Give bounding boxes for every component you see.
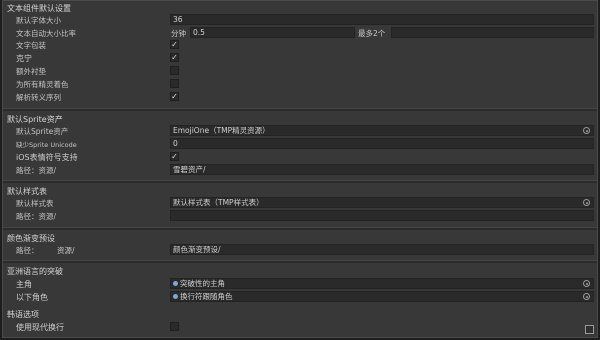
object-picker-icon[interactable] (583, 280, 590, 287)
section-divider (3, 108, 597, 111)
style-path-label: 路径：资源/ (16, 212, 57, 221)
missing-unicode-label: 缺少Sprite Unicode (16, 141, 77, 149)
font-size-input[interactable]: 36 (170, 14, 594, 25)
following-characters-value: 换行符跟随角色 (180, 292, 233, 301)
row-default-font-size: 默认字体大小 36 (3, 14, 597, 26)
kerning-label: 克宁 (16, 54, 32, 63)
section-divider (3, 180, 597, 183)
row-style-path: 路径：资源/ (3, 210, 597, 222)
word-wrap-label: 文字包装 (16, 41, 46, 50)
text-asset-icon (173, 281, 178, 286)
section-divider (3, 227, 597, 230)
section-header-asian-breaking: 亚洲语言的突破 (7, 267, 63, 276)
row-sprite-path: 路径：资源/ 雪碧资产/ (3, 164, 597, 176)
missing-unicode-input[interactable]: 0 (170, 138, 594, 149)
extra-padding-label: 额外衬垫 (16, 67, 46, 76)
style-sheet-value: 默认样式表（TMP样式表） (173, 198, 264, 207)
section-header-gradient-presets: 颜色渐变预设 (7, 234, 55, 243)
row-auto-size-ratio: 文本自动大小比率 分钟 0.5 最多2个 (3, 27, 597, 39)
sprite-path-input[interactable]: 雪碧资产/ (170, 164, 594, 175)
auto-size-label: 文本自动大小比率 (16, 29, 76, 38)
section-header-text-defaults: 文本组件默认设置 (7, 4, 71, 13)
font-size-label: 默认字体大小 (16, 16, 61, 25)
following-characters-field[interactable]: 换行符跟随角色 (170, 291, 594, 302)
gradient-path-label: 路径： (16, 246, 39, 255)
row-kerning: 克宁 ✓ (3, 52, 597, 64)
style-sheet-field[interactable]: 默认样式表（TMP样式表） (170, 197, 594, 208)
modern-line-breaking-checkbox[interactable] (170, 322, 179, 331)
ios-emoji-label: iOS表情符号支持 (16, 153, 78, 162)
gradient-path-label-resources: 资源/ (57, 246, 75, 255)
auto-size-min-label: 分钟 (171, 29, 186, 38)
style-sheet-label: 默认样式表 (16, 199, 54, 208)
auto-size-max-label: 最多2个 (358, 29, 386, 38)
object-picker-icon[interactable] (583, 127, 590, 134)
leading-characters-value: 突破性的主角 (180, 279, 225, 288)
row-extra-padding: 额外衬垫 (3, 65, 597, 77)
row-missing-unicode: 缺少Sprite Unicode 0 (3, 138, 597, 150)
ios-emoji-checkbox[interactable]: ✓ (170, 152, 179, 161)
word-wrap-checkbox[interactable]: ✓ (170, 40, 179, 49)
row-style-sheet: 默认样式表 默认样式表（TMP样式表） (3, 197, 597, 209)
sprite-path-label: 路径：资源/ (16, 166, 57, 175)
sprite-asset-value: EmojiOne（TMP精灵资源） (173, 126, 270, 135)
row-parse-escape: 解析转义序列 ✓ (3, 91, 597, 103)
modern-line-breaking-label: 使用现代换行 (16, 323, 64, 332)
row-modern-line-breaking: 使用现代换行 (3, 321, 597, 333)
row-tint-sprites: 为所有精灵着色 (3, 78, 597, 90)
tint-sprites-label: 为所有精灵着色 (16, 80, 69, 89)
auto-size-max-input[interactable] (391, 27, 594, 38)
kerning-checkbox[interactable]: ✓ (170, 53, 179, 62)
parse-escape-checkbox[interactable]: ✓ (170, 92, 179, 101)
row-following-characters: 以下角色 换行符跟随角色 (3, 291, 597, 303)
gradient-path-input[interactable]: 颜色渐变预设/ (170, 244, 594, 255)
section-divider (3, 260, 597, 263)
resize-corner-icon[interactable] (585, 325, 594, 334)
section-header-style-sheet: 默认样式表 (7, 187, 47, 196)
row-gradient-path: 路径： 资源/ 颜色渐变预设/ (3, 244, 597, 256)
section-header-sprite-asset: 默认Sprite资产 (7, 115, 63, 124)
auto-size-min-input[interactable]: 0.5 (190, 27, 355, 38)
leading-characters-field[interactable]: 突破性的主角 (170, 278, 594, 289)
sprite-asset-field[interactable]: EmojiOne（TMP精灵资源） (170, 125, 594, 136)
leading-characters-label: 主角 (16, 280, 32, 289)
text-asset-icon (173, 294, 178, 299)
style-path-input[interactable] (170, 210, 594, 221)
object-picker-icon[interactable] (583, 199, 590, 206)
parse-escape-label: 解析转义序列 (16, 93, 61, 102)
tint-sprites-checkbox[interactable] (170, 79, 179, 88)
sprite-asset-label: 默认Sprite资产 (16, 127, 69, 136)
row-word-wrap: 文字包装 ✓ (3, 39, 597, 51)
section-header-korean: 韩语选项 (7, 310, 39, 319)
settings-panel: 文本组件默认设置 默认字体大小 36 文本自动大小比率 分钟 0.5 最多2个 … (2, 0, 598, 338)
row-leading-characters: 主角 突破性的主角 (3, 278, 597, 290)
object-picker-icon[interactable] (583, 293, 590, 300)
row-ios-emoji: iOS表情符号支持 ✓ (3, 151, 597, 163)
following-characters-label: 以下角色 (16, 293, 48, 302)
row-sprite-asset: 默认Sprite资产 EmojiOne（TMP精灵资源） (3, 125, 597, 137)
extra-padding-checkbox[interactable] (170, 66, 179, 75)
